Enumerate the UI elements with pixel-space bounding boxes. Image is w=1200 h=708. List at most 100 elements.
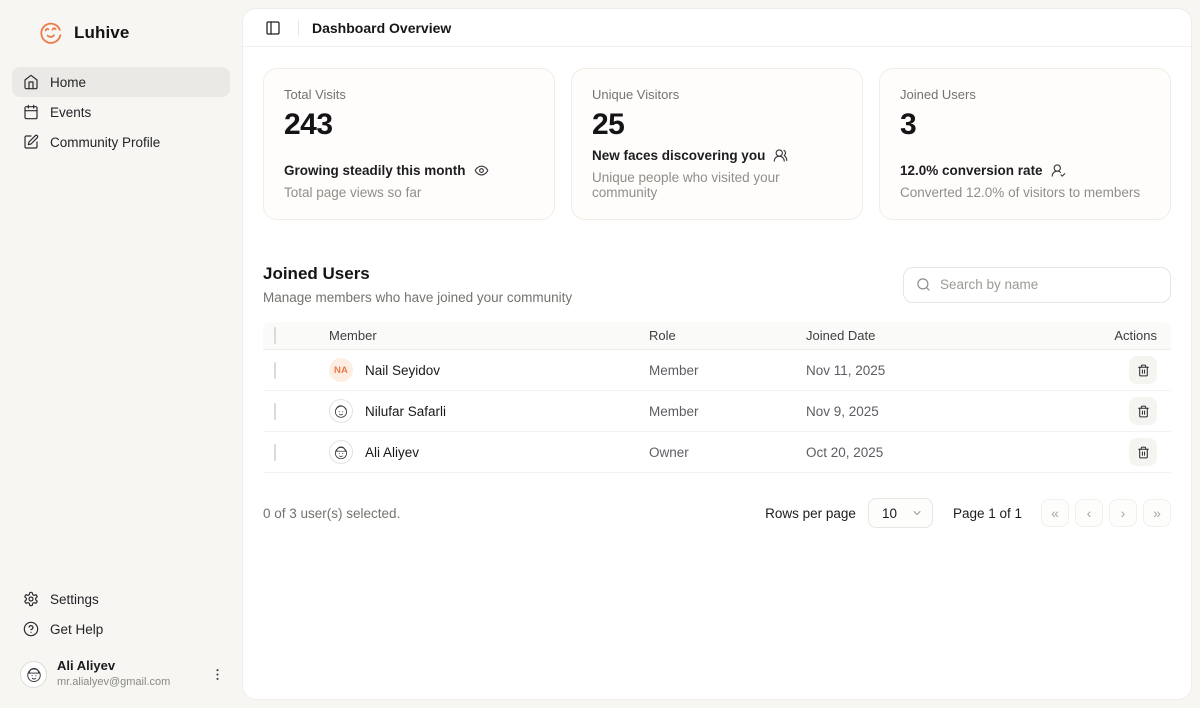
member-name: Nail Seyidov: [365, 363, 440, 378]
last-page-button[interactable]: »: [1143, 499, 1171, 527]
table-footer: 0 of 3 user(s) selected. Rows per page 1…: [263, 498, 1171, 528]
stat-card-total-visits: Total Visits 243 Growing steadily this m…: [263, 68, 555, 220]
avatar: [329, 440, 353, 464]
stat-trend-text: Growing steadily this month: [284, 163, 466, 178]
column-header-joined: Joined Date: [806, 328, 1079, 343]
topbar: Dashboard Overview: [243, 9, 1191, 47]
rows-per-page-label: Rows per page: [765, 506, 856, 521]
avatar: [329, 399, 353, 423]
stat-description: Converted 12.0% of visitors to members: [900, 185, 1150, 200]
pagination: « ‹ › »: [1041, 499, 1171, 527]
stat-trend-text: New faces discovering you: [592, 148, 765, 163]
sidebar-item-label: Community Profile: [50, 135, 160, 150]
delete-member-button[interactable]: [1129, 438, 1157, 466]
stat-description: Total page views so far: [284, 185, 534, 200]
sidebar-item-events[interactable]: Events: [12, 97, 230, 127]
main-panel: Dashboard Overview Total Visits 243 Grow…: [242, 8, 1192, 700]
stat-value: 243: [284, 108, 534, 142]
row-checkbox[interactable]: [274, 362, 276, 379]
divider: [298, 20, 299, 36]
sidebar-footer-nav: Settings Get Help: [0, 584, 242, 644]
stat-value: 25: [592, 108, 842, 142]
luhive-logo-icon: [38, 20, 63, 45]
stat-label: Joined Users: [900, 87, 1150, 102]
sidebar-item-get-help[interactable]: Get Help: [12, 614, 230, 644]
sidebar-item-settings[interactable]: Settings: [12, 584, 230, 614]
search-input[interactable]: [940, 277, 1158, 292]
sidebar-nav: Home Events Community Profile: [0, 67, 242, 157]
member-role: Member: [649, 404, 806, 419]
sidebar-item-label: Settings: [50, 592, 99, 607]
calendar-icon: [23, 104, 39, 120]
member-joined-date: Nov 9, 2025: [806, 404, 1079, 419]
search-icon: [916, 277, 931, 292]
next-page-button[interactable]: ›: [1109, 499, 1137, 527]
rows-per-page-select[interactable]: 10: [868, 498, 933, 528]
member-name: Nilufar Safarli: [365, 404, 446, 419]
rows-per-page-value: 10: [882, 506, 897, 521]
sidebar-item-label: Home: [50, 75, 86, 90]
select-all-checkbox[interactable]: [274, 327, 276, 344]
row-checkbox[interactable]: [274, 444, 276, 461]
gear-icon: [23, 591, 39, 607]
stat-value: 3: [900, 108, 1150, 142]
first-page-button[interactable]: «: [1041, 499, 1069, 527]
section-title: Joined Users: [263, 264, 572, 284]
table-row: NA Nail Seyidov Member Nov 11, 2025: [263, 350, 1171, 391]
section-subtitle: Manage members who have joined your comm…: [263, 290, 572, 305]
sidebar: Luhive Home Events: [0, 0, 242, 708]
sidebar-toggle-button[interactable]: [261, 16, 285, 40]
avatar: NA: [329, 358, 353, 382]
brand: Luhive: [0, 0, 242, 67]
column-header-member: Member: [319, 328, 649, 343]
stat-label: Unique Visitors: [592, 87, 842, 102]
member-joined-date: Oct 20, 2025: [806, 445, 1079, 460]
stat-label: Total Visits: [284, 87, 534, 102]
eye-icon: [474, 163, 489, 178]
home-icon: [23, 74, 39, 90]
column-header-actions: Actions: [1079, 328, 1171, 343]
member-joined-date: Nov 11, 2025: [806, 363, 1079, 378]
member-name: Ali Aliyev: [365, 445, 419, 460]
user-avatar: [20, 661, 47, 688]
page-status: Page 1 of 1: [953, 506, 1022, 521]
table-row: Nilufar Safarli Member Nov 9, 2025: [263, 391, 1171, 432]
members-section-head: Joined Users Manage members who have joi…: [263, 264, 1171, 305]
page-title: Dashboard Overview: [312, 20, 451, 36]
row-checkbox[interactable]: [274, 403, 276, 420]
users-icon: [773, 148, 788, 163]
user-name: Ali Aliyev: [57, 658, 170, 674]
selection-status: 0 of 3 user(s) selected.: [263, 506, 400, 521]
table-header-row: Member Role Joined Date Actions: [263, 322, 1171, 350]
sidebar-user[interactable]: Ali Aliyev mr.alialyev@gmail.com: [0, 644, 242, 708]
sidebar-item-label: Events: [50, 105, 91, 120]
table-row: Ali Aliyev Owner Oct 20, 2025: [263, 432, 1171, 473]
trash-icon: [1137, 364, 1150, 377]
help-circle-icon: [23, 621, 39, 637]
trash-icon: [1137, 405, 1150, 418]
members-heading: Joined Users Manage members who have joi…: [263, 264, 572, 305]
stat-trend-text: 12.0% conversion rate: [900, 163, 1043, 178]
delete-member-button[interactable]: [1129, 397, 1157, 425]
chevron-down-icon: [911, 507, 923, 519]
user-menu-button[interactable]: [206, 663, 228, 685]
previous-page-button[interactable]: ‹: [1075, 499, 1103, 527]
stats-row: Total Visits 243 Growing steadily this m…: [263, 68, 1171, 220]
user-meta: Ali Aliyev mr.alialyev@gmail.com: [57, 658, 170, 690]
sidebar-item-home[interactable]: Home: [12, 67, 230, 97]
member-search: [903, 267, 1171, 303]
brand-name: Luhive: [74, 23, 129, 43]
stat-trend: Growing steadily this month: [284, 163, 534, 178]
stat-trend: 12.0% conversion rate: [900, 163, 1150, 178]
user-email: mr.alialyev@gmail.com: [57, 676, 170, 690]
member-role: Owner: [649, 445, 806, 460]
sidebar-item-label: Get Help: [50, 622, 103, 637]
sidebar-item-community-profile[interactable]: Community Profile: [12, 127, 230, 157]
column-header-role: Role: [649, 328, 806, 343]
stat-card-joined-users: Joined Users 3 12.0% conversion rate Con…: [879, 68, 1171, 220]
members-table: Member Role Joined Date Actions NA Nail …: [263, 322, 1171, 473]
trash-icon: [1137, 446, 1150, 459]
stat-description: Unique people who visited your community: [592, 170, 842, 200]
delete-member-button[interactable]: [1129, 356, 1157, 384]
user-check-icon: [1051, 163, 1066, 178]
